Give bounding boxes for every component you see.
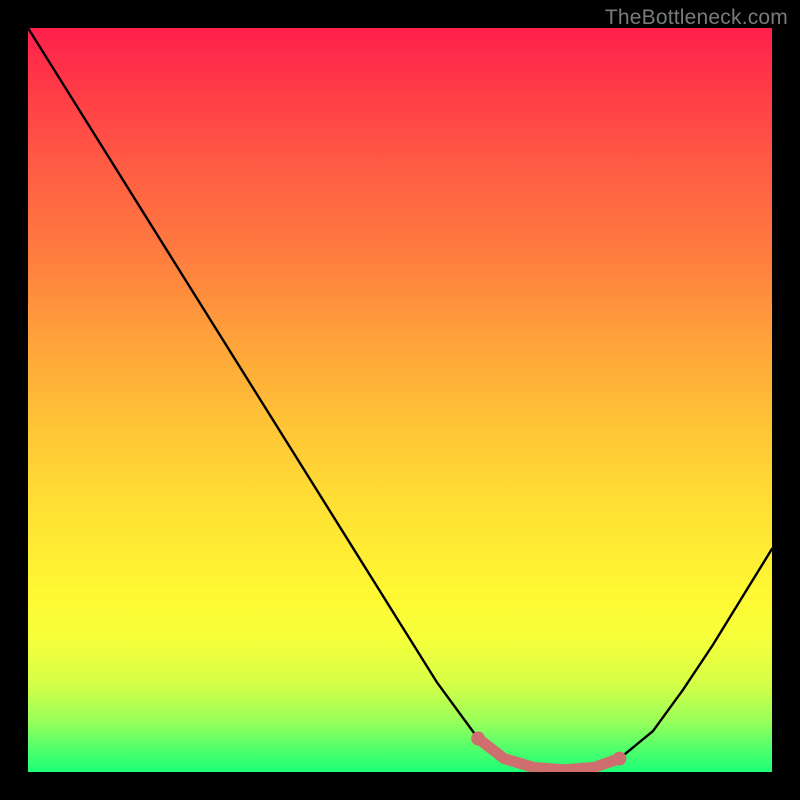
highlight-endpoint-left [471,732,485,746]
curve-layer [28,28,772,772]
bottleneck-curve [28,28,772,770]
highlight-endpoint-right [612,752,626,766]
plot-area [28,28,772,772]
chart-stage: TheBottleneck.com [0,0,800,800]
optimal-region-highlight [478,739,619,770]
watermark-text: TheBottleneck.com [605,6,788,30]
